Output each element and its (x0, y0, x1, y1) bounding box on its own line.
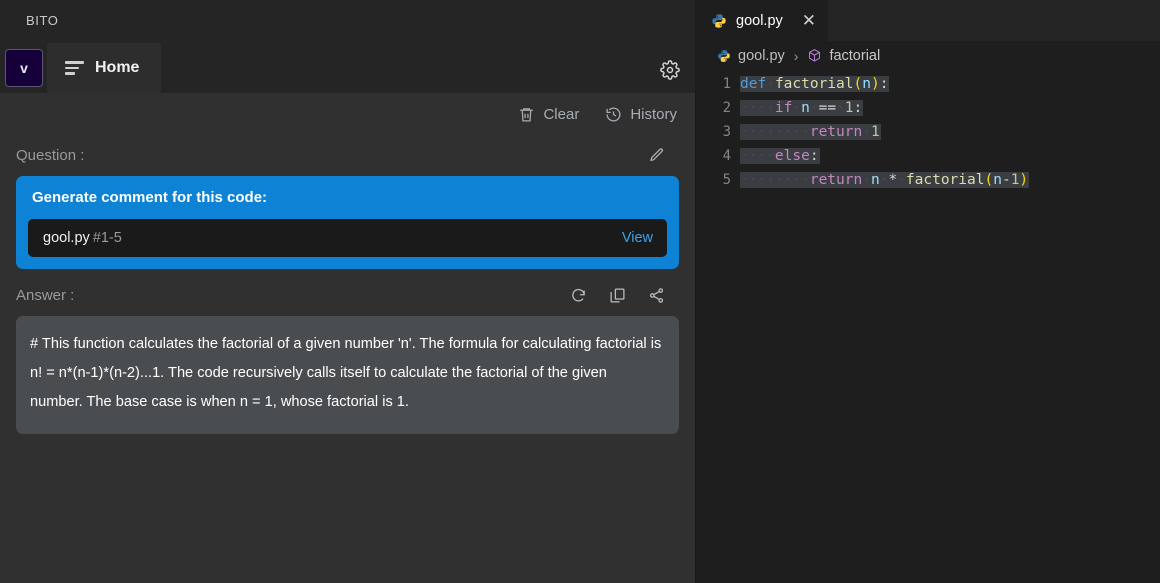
code-line-content[interactable]: ········return·n·*·factorial(n-1) (740, 172, 1030, 188)
line-number: 1 (722, 76, 731, 92)
code-line-content[interactable]: def·factorial(n): (740, 76, 890, 92)
file-name: gool.py (43, 230, 90, 246)
question-header: Question : (16, 139, 679, 171)
code-line: 3 ········return·1 (695, 120, 1160, 144)
line-number: 5 (722, 172, 731, 188)
history-label: History (630, 105, 677, 123)
answer-label: Answer : (16, 286, 75, 304)
line-number: 3 (722, 124, 731, 140)
settings-button[interactable] (659, 59, 681, 81)
line-number: 4 (722, 148, 731, 164)
breadcrumb-file[interactable]: gool.py (738, 48, 785, 64)
editor-tabbar: gool.py ✕ (695, 0, 1160, 41)
tab-home[interactable]: Home (47, 43, 162, 93)
avatar[interactable]: v (5, 49, 43, 87)
question-card: Generate comment for this code: gool.py #… (16, 176, 679, 269)
pencil-icon (650, 148, 663, 162)
action-toolbar: Clear History (16, 93, 679, 135)
code-line-content[interactable]: ····else: (740, 148, 820, 164)
line-number: 2 (722, 100, 731, 116)
question-file-reference[interactable]: gool.py #1-5 View (28, 219, 667, 257)
answer-text: # This function calculates the factorial… (30, 336, 662, 411)
question-prompt: Generate comment for this code: (32, 189, 268, 206)
copy-button[interactable] (609, 287, 626, 304)
tab-home-label: Home (95, 59, 140, 76)
breadcrumb-separator: › (793, 47, 799, 64)
python-icon (712, 13, 726, 28)
bito-content: Clear History Question : Generate commen… (0, 93, 695, 583)
code-line-content[interactable]: ········return·1 (740, 124, 881, 140)
breadcrumb-symbol[interactable]: factorial (829, 48, 880, 64)
trash-icon (520, 107, 534, 122)
editor-tab-filename: gool.py (736, 12, 783, 29)
regenerate-button[interactable] (570, 287, 587, 304)
share-icon (649, 287, 664, 303)
bito-tabbar: v Home (0, 41, 695, 93)
gear-icon (660, 60, 680, 80)
menu-lines-icon (65, 61, 84, 75)
question-label: Question : (16, 146, 85, 164)
editor-tab-gool-py[interactable]: gool.py ✕ (695, 0, 829, 41)
history-icon (606, 107, 621, 122)
cube-icon (809, 49, 821, 62)
app-title: BITO (26, 13, 59, 28)
history-button[interactable]: History (605, 106, 677, 123)
answer-header: Answer : (16, 277, 679, 313)
clear-label: Clear (543, 105, 580, 123)
code-line: 4 ····else: (695, 144, 1160, 168)
edit-question-button[interactable] (649, 147, 679, 163)
close-icon[interactable]: ✕ (802, 12, 816, 29)
view-link[interactable]: View (622, 230, 653, 246)
share-button[interactable] (648, 287, 665, 304)
python-icon (718, 49, 730, 62)
code-line: 1 def·factorial(n): (695, 72, 1160, 96)
application-window: BITO v Home Clear History Question: Gen… (0, 0, 1160, 583)
avatar-initial: v (20, 60, 28, 76)
bito-titlebar: BITO (0, 0, 695, 41)
answer-card: # This function calculates the factorial… (16, 316, 679, 434)
code-line-content[interactable]: ····if·n·==·1: (740, 100, 864, 116)
file-reference-text: gool.py #1-5 (43, 229, 122, 247)
breadcrumb: gool.py › factorial (695, 41, 1160, 70)
code-viewport[interactable]: 1 def·factorial(n): 2 ····if·n·==·1: 3 ·… (695, 70, 1160, 583)
clear-button[interactable]: Clear (518, 106, 579, 123)
file-line-range: #1-5 (92, 230, 122, 246)
code-line: 2 ····if·n·==·1: (695, 96, 1160, 120)
bito-panel: BITO v Home Clear History Question: Gen… (0, 0, 695, 583)
answer-toolbar (570, 287, 679, 304)
code-editor-panel: gool.py ✕ gool.py › factorial 1 def·fact… (695, 0, 1160, 583)
copy-icon (610, 287, 625, 303)
refresh-icon (572, 288, 585, 301)
code-line: 5 ········return·n·*·factorial(n-1) (695, 168, 1160, 192)
